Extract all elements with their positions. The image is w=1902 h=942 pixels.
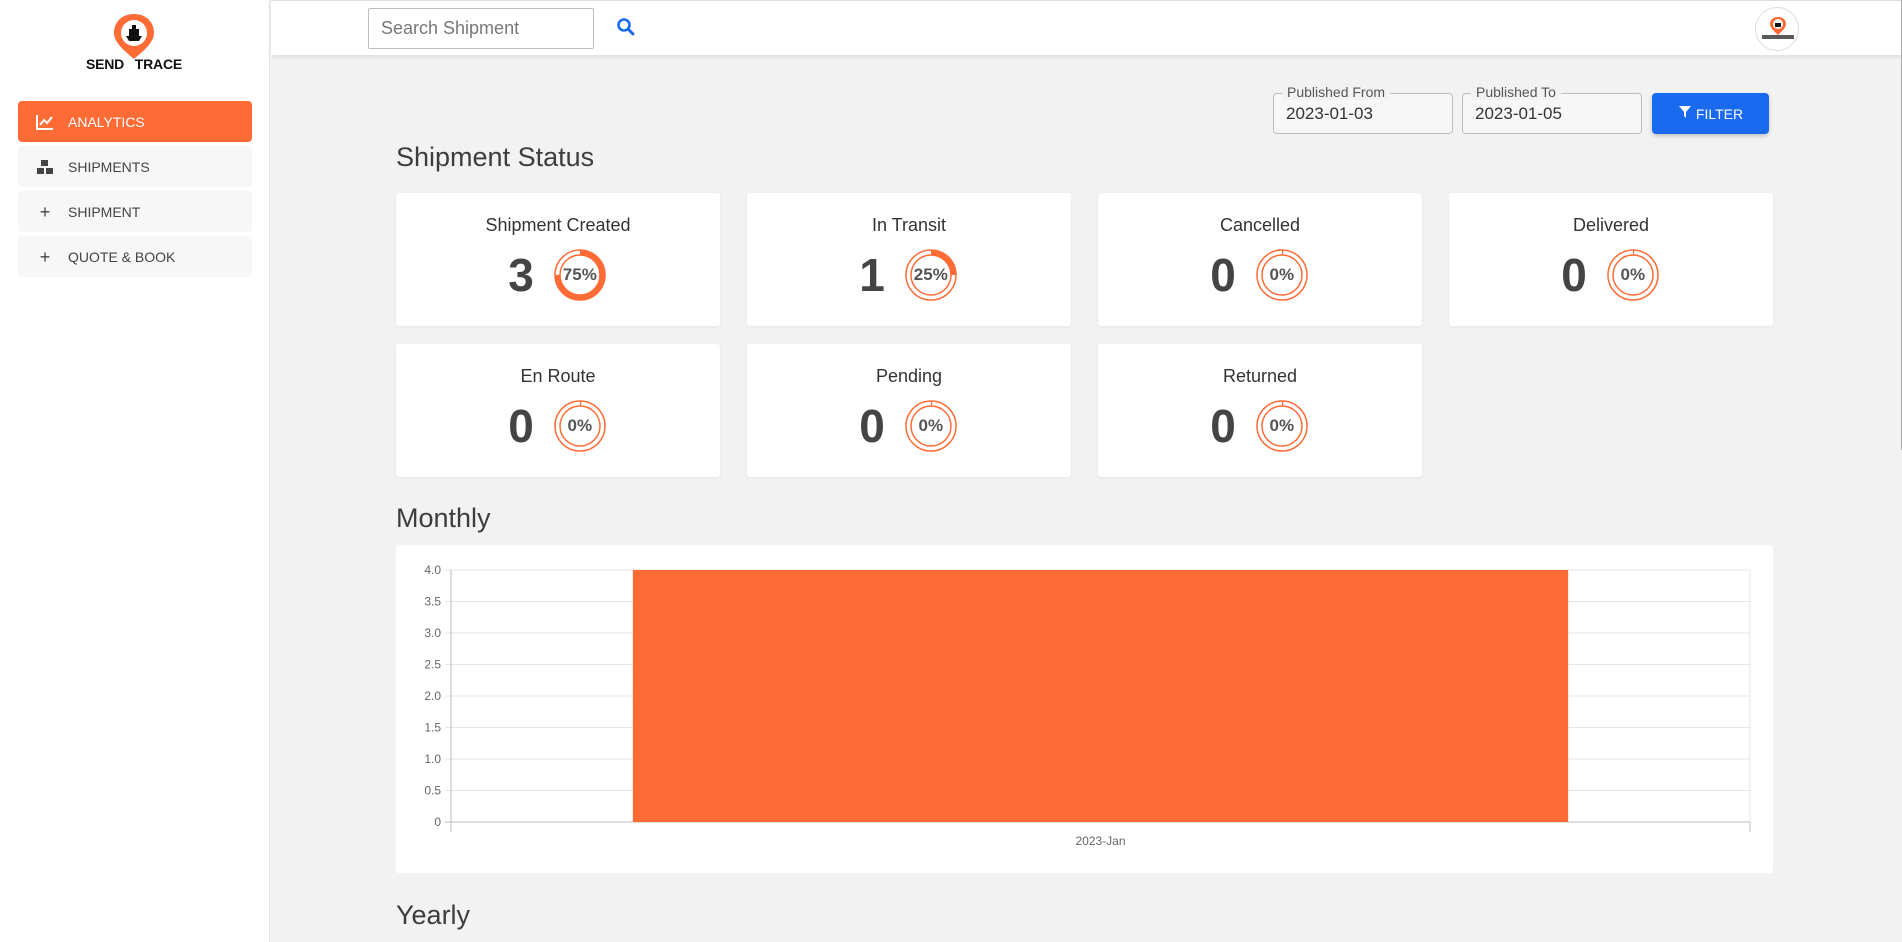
published-from-label: Published From	[1282, 84, 1391, 100]
shipment-status-title: Shipment Status	[396, 142, 595, 172]
card-count: 0	[859, 400, 885, 452]
status-card-cancelled[interactable]: Cancelled 0 0%	[1098, 193, 1422, 326]
status-card-returned[interactable]: Returned 0 0%	[1098, 344, 1422, 477]
y-tick-label: 3.5	[424, 595, 441, 609]
sidebar-nav: ANALYTICS SHIPMENTS + SHIPMENT + QUOTE &…	[18, 101, 252, 281]
search-input[interactable]	[368, 8, 594, 49]
card-title: Pending	[875, 366, 943, 386]
boxes-icon	[36, 158, 54, 176]
y-tick-label: 3.0	[424, 626, 441, 640]
sidebar-item-shipment[interactable]: + SHIPMENT	[18, 191, 252, 232]
search-icon[interactable]	[616, 17, 638, 39]
sidebar-item-analytics[interactable]: ANALYTICS	[18, 101, 252, 142]
status-card-delivered[interactable]: Delivered 0 0%	[1449, 193, 1773, 326]
top-bar	[271, 0, 1902, 55]
published-from-input[interactable]	[1286, 104, 1436, 124]
sidebar-item-shipments[interactable]: SHIPMENTS	[18, 146, 252, 187]
plus-icon: +	[39, 246, 51, 267]
published-from-field[interactable]: Published From	[1273, 84, 1453, 134]
monthly-chart-card: 0 0.5 1.0 1.5 2.0 2.5 3.0 3.5 4.0 2023-Jan	[396, 545, 1773, 873]
monthly-title: Monthly	[396, 503, 491, 533]
percent-label: 75%	[562, 265, 597, 284]
y-tick-label: 4.0	[424, 563, 441, 577]
chart-line-icon	[36, 113, 54, 131]
card-title: En Route	[520, 366, 596, 386]
sidebar: SEND TRACE ANALYTICS SHIPMENTS + SHIPMEN…	[0, 0, 270, 942]
logo[interactable]: SEND TRACE	[82, 12, 186, 74]
percent-ring: 25%	[903, 247, 959, 303]
y-tick-label: 1.5	[424, 721, 441, 735]
y-tick-label: 0.5	[424, 784, 441, 798]
logo-pin-icon	[114, 14, 154, 59]
percent-label: 0%	[1269, 416, 1295, 435]
percent-ring: 0%	[552, 398, 608, 454]
published-to-input[interactable]	[1475, 104, 1625, 124]
published-to-label: Published To	[1471, 84, 1561, 100]
status-card-in-transit[interactable]: In Transit 1 25%	[747, 193, 1071, 326]
card-count: 0	[508, 400, 534, 452]
card-title: In Transit	[871, 215, 947, 235]
plus-icon: +	[39, 201, 51, 222]
sidebar-item-label: SHIPMENT	[68, 203, 141, 220]
percent-label: 25%	[913, 265, 948, 284]
y-tick-label: 0	[434, 815, 441, 829]
card-count: 3	[508, 249, 534, 301]
sidebar-item-label: QUOTE & BOOK	[68, 248, 176, 265]
percent-label: 0%	[567, 416, 593, 435]
sidebar-item-label: SHIPMENTS	[68, 158, 150, 175]
percent-label: 0%	[918, 416, 944, 435]
published-to-field[interactable]: Published To	[1462, 84, 1642, 134]
card-count: 0	[1210, 249, 1236, 301]
card-count: 0	[1210, 400, 1236, 452]
card-title: Shipment Created	[485, 215, 631, 235]
yearly-title: Yearly	[396, 900, 471, 930]
sidebar-item-quote-book[interactable]: + QUOTE & BOOK	[18, 236, 252, 277]
percent-label: 0%	[1620, 265, 1646, 284]
y-tick-label: 2.0	[424, 689, 441, 703]
sidebar-item-label: ANALYTICS	[68, 113, 145, 130]
user-avatar-icon[interactable]	[1755, 7, 1799, 51]
percent-ring: 0%	[1254, 398, 1310, 454]
card-title: Cancelled	[1219, 215, 1301, 235]
y-tick-label: 1.0	[424, 752, 441, 766]
chart-bar	[632, 570, 1569, 822]
funnel-icon	[1678, 105, 1692, 122]
card-count: 0	[1561, 249, 1587, 301]
logo-send: SEND	[86, 56, 125, 72]
percent-label: 0%	[1269, 265, 1295, 284]
filter-button-label: FILTER	[1695, 105, 1744, 122]
y-tick-label: 2.5	[424, 658, 441, 672]
logo-trace: TRACE	[134, 56, 182, 72]
percent-ring: 0%	[903, 398, 959, 454]
x-tick-label: 2023-Jan	[1075, 834, 1125, 848]
status-card-en-route[interactable]: En Route 0 0%	[396, 344, 720, 477]
card-title: Returned	[1222, 366, 1298, 386]
status-card-pending[interactable]: Pending 0 0%	[747, 344, 1071, 477]
card-title: Delivered	[1572, 215, 1650, 235]
status-card-shipment-created[interactable]: Shipment Created 3 75%	[396, 193, 720, 326]
card-count: 1	[859, 249, 885, 301]
percent-ring: 0%	[1605, 247, 1661, 303]
monthly-bar-chart: 0 0.5 1.0 1.5 2.0 2.5 3.0 3.5 4.0 2023-Jan	[424, 563, 1751, 848]
percent-ring: 0%	[1254, 247, 1310, 303]
filter-button[interactable]: FILTER	[1652, 93, 1769, 134]
percent-ring: 75%	[552, 247, 608, 303]
